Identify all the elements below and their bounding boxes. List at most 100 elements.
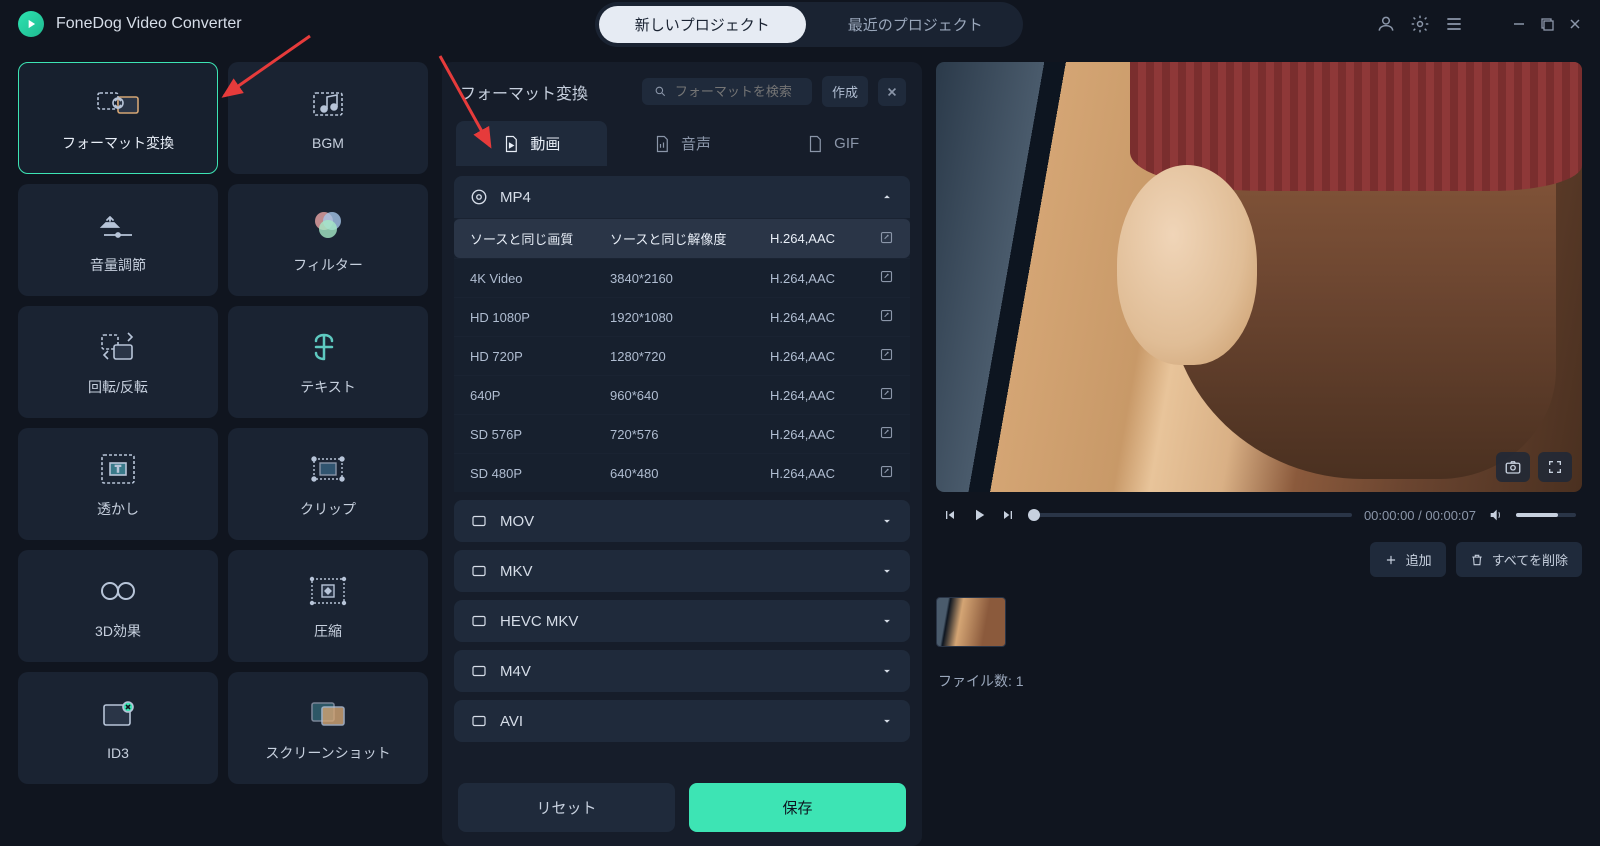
screenshot-icon (304, 693, 352, 733)
format-row[interactable]: SD 480P640*480H.264,AAC (454, 453, 910, 492)
file-count: ファイル数: 1 (936, 663, 1582, 699)
tool-filter[interactable]: フィルター (228, 184, 428, 296)
playback-bar: 00:00:00 / 00:00:07 (936, 502, 1582, 528)
tool-volume-adjust[interactable]: 音量調節 (18, 184, 218, 296)
filter-icon (304, 205, 352, 245)
thumbnail-strip (936, 591, 1582, 653)
search-input-wrap[interactable] (642, 78, 812, 105)
close-icon[interactable] (1568, 17, 1582, 31)
tab-video[interactable]: 動画 (456, 121, 607, 166)
thumbnail[interactable] (936, 597, 1006, 647)
menu-icon[interactable] (1444, 14, 1464, 34)
tool-label: テキスト (300, 377, 356, 397)
tool-text[interactable]: テキスト (228, 306, 428, 418)
maximize-icon[interactable] (1540, 17, 1554, 31)
seek-bar[interactable] (1028, 513, 1352, 517)
tab-new-project[interactable]: 新しいプロジェクト (599, 6, 806, 43)
tab-gif[interactable]: GIF (757, 121, 908, 166)
tool-label: フィルター (293, 255, 363, 275)
prev-button[interactable] (942, 507, 958, 523)
format-head-mp4[interactable]: MP4 (454, 176, 910, 218)
add-button[interactable]: 追加 (1370, 542, 1446, 577)
audio-file-icon (653, 135, 671, 153)
mp4-icon (470, 188, 488, 206)
volume-icon[interactable] (1488, 507, 1504, 523)
edit-preset-icon[interactable] (879, 386, 894, 404)
preview-frame (936, 62, 1582, 492)
fullscreen-button[interactable] (1538, 452, 1572, 482)
reset-button[interactable]: リセット (458, 783, 675, 832)
format-head[interactable]: MOV (454, 500, 910, 542)
tool-label: BGM (312, 135, 344, 151)
settings-icon[interactable] (1410, 14, 1430, 34)
tool-rotate-flip[interactable]: 回転/反転 (18, 306, 218, 418)
add-label: 追加 (1406, 550, 1432, 569)
video-preview (936, 62, 1582, 492)
format-head[interactable]: M4V (454, 650, 910, 692)
format-head[interactable]: MKV (454, 550, 910, 592)
tool-watermark[interactable]: T透かし (18, 428, 218, 540)
app-logo (18, 11, 44, 37)
format-head[interactable]: AVI (454, 700, 910, 742)
account-icon[interactable] (1376, 14, 1396, 34)
volume-slider[interactable] (1516, 513, 1576, 517)
minimize-icon[interactable] (1512, 17, 1526, 31)
time-display: 00:00:00 / 00:00:07 (1364, 508, 1476, 523)
tool-bgm[interactable]: BGM (228, 62, 428, 174)
format-row[interactable]: SD 576P720*576H.264,AAC (454, 414, 910, 453)
format-panel: フォーマット変換 作成 動画 音声 GIF MP4ソースと同じ画質ソースと同じ解… (442, 62, 922, 846)
edit-preset-icon[interactable] (879, 230, 894, 248)
format-row[interactable]: 4K Video3840*2160H.264,AAC (454, 258, 910, 297)
edit-preset-icon[interactable] (879, 425, 894, 443)
tool-label: 圧縮 (314, 621, 342, 641)
next-button[interactable] (1000, 507, 1016, 523)
tool-clip[interactable]: クリップ (228, 428, 428, 540)
tool-label: フォーマット変換 (62, 133, 174, 153)
edit-preset-icon[interactable] (879, 464, 894, 482)
tool-label: スクリーンショット (265, 743, 390, 763)
titlebar: FoneDog Video Converter 新しいプロジェクト 最近のプロジ… (0, 0, 1600, 48)
tool-label: 音量調節 (90, 255, 146, 275)
save-button[interactable]: 保存 (689, 783, 906, 832)
edit-preset-icon[interactable] (879, 308, 894, 326)
format-group-mkv: MKV (454, 550, 910, 592)
tool-label: 透かし (97, 499, 139, 519)
tool-compress[interactable]: 圧縮 (228, 550, 428, 662)
format-group-avi: AVI (454, 700, 910, 742)
delete-all-button[interactable]: すべてを削除 (1456, 542, 1582, 577)
format-row[interactable]: 640P960*640H.264,AAC (454, 375, 910, 414)
tool-label: 回転/反転 (88, 377, 148, 397)
play-button[interactable] (970, 506, 988, 524)
compress-icon (304, 571, 352, 611)
create-button[interactable]: 作成 (822, 76, 868, 107)
tool-screenshot[interactable]: スクリーンショット (228, 672, 428, 784)
format-list: MP4ソースと同じ画質ソースと同じ解像度H.264,AAC4K Video384… (442, 166, 922, 769)
edit-preset-icon[interactable] (879, 347, 894, 365)
panel-title: フォーマット変換 (460, 80, 588, 104)
tool-label: クリップ (300, 499, 356, 519)
snapshot-button[interactable] (1496, 452, 1530, 482)
panel-close-button[interactable] (878, 78, 906, 106)
format-row[interactable]: HD 720P1280*720H.264,AAC (454, 336, 910, 375)
format-group-m4v: M4V (454, 650, 910, 692)
plus-icon (1384, 553, 1398, 567)
search-input[interactable] (675, 84, 800, 99)
format-group-mov: MOV (454, 500, 910, 542)
trash-icon (1470, 553, 1484, 567)
edit-preset-icon[interactable] (879, 269, 894, 287)
format-row[interactable]: ソースと同じ画質ソースと同じ解像度H.264,AAC (454, 218, 910, 258)
tab-audio[interactable]: 音声 (607, 121, 758, 166)
volume-adjust-icon (94, 205, 142, 245)
tool-3d-effect[interactable]: 3D効果 (18, 550, 218, 662)
preview-panel: 00:00:00 / 00:00:07 追加 すべてを削除 ファイル数: 1 (936, 62, 1582, 846)
format-row[interactable]: HD 1080P1920*1080H.264,AAC (454, 297, 910, 336)
tool-sidebar: フォーマット変換 BGM 音量調節 フィルター回転/反転 テキスト T透かしクリップ 3D効… (18, 62, 428, 846)
tab-recent-project[interactable]: 最近のプロジェクト (812, 6, 1019, 43)
format-group-mp4: MP4ソースと同じ画質ソースと同じ解像度H.264,AAC4K Video384… (454, 176, 910, 492)
tool-format-convert[interactable]: フォーマット変換 (18, 62, 218, 174)
rotate-flip-icon (94, 327, 142, 367)
format-head[interactable]: HEVC MKV (454, 600, 910, 642)
tool-id3[interactable]: ID3 (18, 672, 218, 784)
clip-icon (304, 449, 352, 489)
tool-label: 3D効果 (95, 621, 141, 641)
